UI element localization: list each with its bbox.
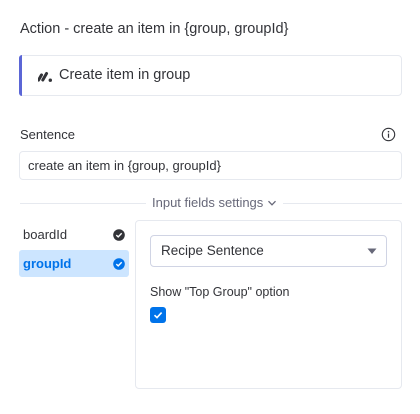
check-circle-icon [113, 228, 125, 241]
field-item-label: groupId [23, 256, 72, 271]
monday-logo-icon [38, 71, 52, 82]
caret-down-icon [367, 248, 377, 254]
check-circle-icon [113, 257, 125, 270]
chevron-down-icon [268, 200, 277, 206]
field-item-label: boardId [23, 227, 68, 242]
show-top-group-label: Show "Top Group" option [150, 285, 290, 299]
input-field-list: boardId groupId [19, 221, 129, 277]
action-card[interactable]: Create item in group [19, 55, 402, 96]
show-top-group-checkbox[interactable] [150, 307, 166, 323]
field-item-groupid[interactable]: groupId [19, 250, 129, 277]
input-fields-settings-label: Input fields settings [152, 195, 264, 210]
select-value: Recipe Sentence [161, 243, 264, 258]
action-card-label: Create item in group [59, 67, 191, 83]
sentence-source-select[interactable]: Recipe Sentence [150, 235, 387, 267]
action-card-accent [19, 55, 22, 96]
page-title: Action - create an item in {group, group… [20, 21, 289, 37]
sentence-label: Sentence [20, 127, 75, 142]
input-fields-settings-toggle[interactable]: Input fields settings [146, 195, 284, 210]
field-item-boardid[interactable]: boardId [19, 221, 129, 248]
checkmark-icon [153, 312, 163, 319]
info-icon[interactable] [381, 127, 396, 142]
sentence-input[interactable]: create an item in {group, groupId} [19, 151, 402, 180]
field-settings-panel: Recipe Sentence Show "Top Group" option [135, 220, 402, 389]
